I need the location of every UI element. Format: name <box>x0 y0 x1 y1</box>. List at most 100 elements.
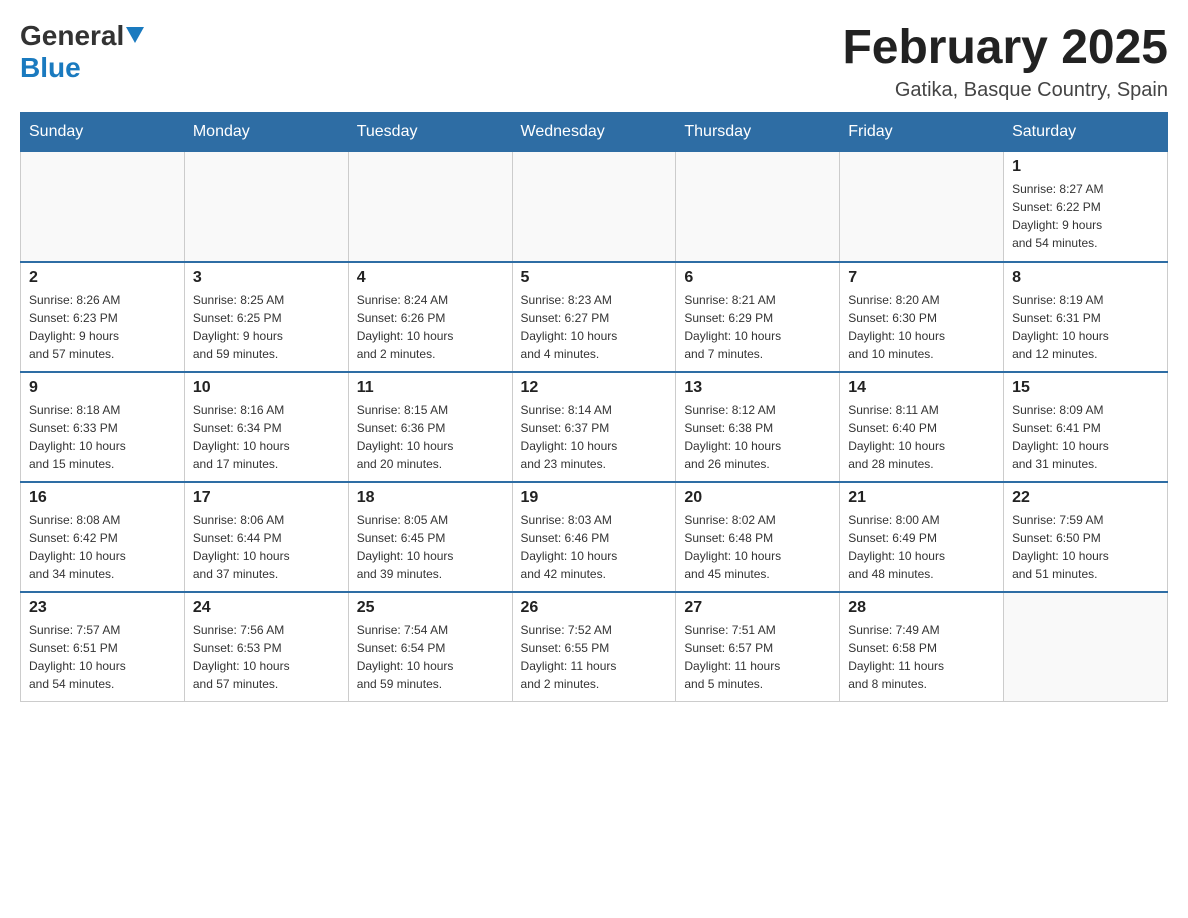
calendar-cell: 6 Sunrise: 8:21 AM Sunset: 6:29 PM Daylig… <box>676 262 840 372</box>
day-number: 13 <box>684 379 831 397</box>
calendar-table: SundayMondayTuesdayWednesdayThursdayFrid… <box>20 112 1168 702</box>
calendar-cell: 4Sunrise: 8:24 AM Sunset: 6:26 PM Daylig… <box>348 262 512 372</box>
weekday-header-friday: Friday <box>840 113 1004 152</box>
calendar-week-row: 23 Sunrise: 7:57 AM Sunset: 6:51 PM Dayli… <box>21 592 1168 702</box>
calendar-week-row: 9 Sunrise: 8:18 AM Sunset: 6:33 PM Daylig… <box>21 372 1168 482</box>
page-header: General Blue February 2025 Gatika, Basqu… <box>20 20 1168 102</box>
logo: General Blue <box>20 20 144 84</box>
day-info: Sunrise: 7:59 AM Sunset: 6:50 PM Dayligh… <box>1012 511 1159 583</box>
day-number: 19 <box>521 489 668 507</box>
calendar-week-row: 2 Sunrise: 8:26 AM Sunset: 6:23 PM Daylig… <box>21 262 1168 372</box>
calendar-cell: 24 Sunrise: 7:56 AM Sunset: 6:53 PM Dayli… <box>184 592 348 702</box>
day-number: 5 <box>521 269 668 287</box>
day-info: Sunrise: 8:16 AM Sunset: 6:34 PM Dayligh… <box>193 401 340 473</box>
day-info: Sunrise: 8:23 AM Sunset: 6:27 PM Dayligh… <box>521 291 668 363</box>
day-info: Sunrise: 8:09 AM Sunset: 6:41 PM Dayligh… <box>1012 401 1159 473</box>
day-number: 11 <box>357 379 504 397</box>
day-info: Sunrise: 8:00 AM Sunset: 6:49 PM Dayligh… <box>848 511 995 583</box>
calendar-week-row: 16 Sunrise: 8:08 AM Sunset: 6:42 PM Dayli… <box>21 482 1168 592</box>
day-number: 16 <box>29 489 176 507</box>
day-number: 7 <box>848 269 995 287</box>
day-info: Sunrise: 8:25 AM Sunset: 6:25 PM Dayligh… <box>193 291 340 363</box>
month-title: February 2025 <box>842 20 1168 75</box>
calendar-cell: 13Sunrise: 8:12 AM Sunset: 6:38 PM Dayli… <box>676 372 840 482</box>
calendar-cell: 14 Sunrise: 8:11 AM Sunset: 6:40 PM Dayli… <box>840 372 1004 482</box>
day-number: 22 <box>1012 489 1159 507</box>
calendar-cell: 12 Sunrise: 8:14 AM Sunset: 6:37 PM Dayli… <box>512 372 676 482</box>
day-number: 20 <box>684 489 831 507</box>
calendar-cell: 3 Sunrise: 8:25 AM Sunset: 6:25 PM Daylig… <box>184 262 348 372</box>
day-number: 28 <box>848 599 995 617</box>
weekday-header-saturday: Saturday <box>1004 113 1168 152</box>
day-info: Sunrise: 8:26 AM Sunset: 6:23 PM Dayligh… <box>29 291 176 363</box>
calendar-cell: 9 Sunrise: 8:18 AM Sunset: 6:33 PM Daylig… <box>21 372 185 482</box>
day-info: Sunrise: 8:06 AM Sunset: 6:44 PM Dayligh… <box>193 511 340 583</box>
logo-general-text: General <box>20 20 124 52</box>
calendar-cell: 26 Sunrise: 7:52 AM Sunset: 6:55 PM Dayli… <box>512 592 676 702</box>
calendar-cell: 10 Sunrise: 8:16 AM Sunset: 6:34 PM Dayli… <box>184 372 348 482</box>
day-info: Sunrise: 7:54 AM Sunset: 6:54 PM Dayligh… <box>357 621 504 693</box>
day-info: Sunrise: 8:05 AM Sunset: 6:45 PM Dayligh… <box>357 511 504 583</box>
day-info: Sunrise: 8:03 AM Sunset: 6:46 PM Dayligh… <box>521 511 668 583</box>
day-number: 17 <box>193 489 340 507</box>
calendar-cell: 7 Sunrise: 8:20 AM Sunset: 6:30 PM Daylig… <box>840 262 1004 372</box>
day-info: Sunrise: 8:18 AM Sunset: 6:33 PM Dayligh… <box>29 401 176 473</box>
calendar-cell <box>348 152 512 262</box>
day-number: 14 <box>848 379 995 397</box>
day-info: Sunrise: 8:08 AM Sunset: 6:42 PM Dayligh… <box>29 511 176 583</box>
day-number: 21 <box>848 489 995 507</box>
day-info: Sunrise: 8:14 AM Sunset: 6:37 PM Dayligh… <box>521 401 668 473</box>
calendar-cell <box>1004 592 1168 702</box>
calendar-cell: 23 Sunrise: 7:57 AM Sunset: 6:51 PM Dayli… <box>21 592 185 702</box>
calendar-cell: 27Sunrise: 7:51 AM Sunset: 6:57 PM Dayli… <box>676 592 840 702</box>
calendar-cell: 8 Sunrise: 8:19 AM Sunset: 6:31 PM Daylig… <box>1004 262 1168 372</box>
calendar-cell: 11 Sunrise: 8:15 AM Sunset: 6:36 PM Dayli… <box>348 372 512 482</box>
day-number: 3 <box>193 269 340 287</box>
calendar-week-row: 1Sunrise: 8:27 AM Sunset: 6:22 PM Daylig… <box>21 152 1168 262</box>
day-info: Sunrise: 8:11 AM Sunset: 6:40 PM Dayligh… <box>848 401 995 473</box>
calendar-cell: 28 Sunrise: 7:49 AM Sunset: 6:58 PM Dayli… <box>840 592 1004 702</box>
day-info: Sunrise: 7:57 AM Sunset: 6:51 PM Dayligh… <box>29 621 176 693</box>
day-info: Sunrise: 8:21 AM Sunset: 6:29 PM Dayligh… <box>684 291 831 363</box>
calendar-cell: 19 Sunrise: 8:03 AM Sunset: 6:46 PM Dayli… <box>512 482 676 592</box>
day-number: 2 <box>29 269 176 287</box>
calendar-cell <box>676 152 840 262</box>
calendar-cell: 1Sunrise: 8:27 AM Sunset: 6:22 PM Daylig… <box>1004 152 1168 262</box>
calendar-cell <box>512 152 676 262</box>
location-text: Gatika, Basque Country, Spain <box>842 79 1168 102</box>
calendar-cell: 21 Sunrise: 8:00 AM Sunset: 6:49 PM Dayli… <box>840 482 1004 592</box>
calendar-cell: 25 Sunrise: 7:54 AM Sunset: 6:54 PM Dayli… <box>348 592 512 702</box>
day-info: Sunrise: 8:20 AM Sunset: 6:30 PM Dayligh… <box>848 291 995 363</box>
day-info: Sunrise: 7:52 AM Sunset: 6:55 PM Dayligh… <box>521 621 668 693</box>
day-number: 25 <box>357 599 504 617</box>
title-section: February 2025 Gatika, Basque Country, Sp… <box>842 20 1168 102</box>
day-info: Sunrise: 8:27 AM Sunset: 6:22 PM Dayligh… <box>1012 180 1159 252</box>
day-number: 4 <box>357 269 504 287</box>
day-number: 23 <box>29 599 176 617</box>
weekday-header-thursday: Thursday <box>676 113 840 152</box>
day-number: 6 <box>684 269 831 287</box>
calendar-cell <box>21 152 185 262</box>
day-number: 9 <box>29 379 176 397</box>
day-info: Sunrise: 8:02 AM Sunset: 6:48 PM Dayligh… <box>684 511 831 583</box>
day-info: Sunrise: 7:56 AM Sunset: 6:53 PM Dayligh… <box>193 621 340 693</box>
day-number: 12 <box>521 379 668 397</box>
day-number: 26 <box>521 599 668 617</box>
calendar-cell: 20 Sunrise: 8:02 AM Sunset: 6:48 PM Dayli… <box>676 482 840 592</box>
calendar-cell <box>184 152 348 262</box>
day-info: Sunrise: 8:15 AM Sunset: 6:36 PM Dayligh… <box>357 401 504 473</box>
day-number: 10 <box>193 379 340 397</box>
calendar-cell: 5 Sunrise: 8:23 AM Sunset: 6:27 PM Daylig… <box>512 262 676 372</box>
day-number: 18 <box>357 489 504 507</box>
calendar-cell: 17 Sunrise: 8:06 AM Sunset: 6:44 PM Dayli… <box>184 482 348 592</box>
weekday-header-row: SundayMondayTuesdayWednesdayThursdayFrid… <box>21 113 1168 152</box>
day-number: 8 <box>1012 269 1159 287</box>
day-info: Sunrise: 8:19 AM Sunset: 6:31 PM Dayligh… <box>1012 291 1159 363</box>
logo-blue-text: Blue <box>20 52 81 83</box>
weekday-header-sunday: Sunday <box>21 113 185 152</box>
day-info: Sunrise: 7:49 AM Sunset: 6:58 PM Dayligh… <box>848 621 995 693</box>
day-number: 15 <box>1012 379 1159 397</box>
day-info: Sunrise: 7:51 AM Sunset: 6:57 PM Dayligh… <box>684 621 831 693</box>
day-number: 24 <box>193 599 340 617</box>
weekday-header-monday: Monday <box>184 113 348 152</box>
